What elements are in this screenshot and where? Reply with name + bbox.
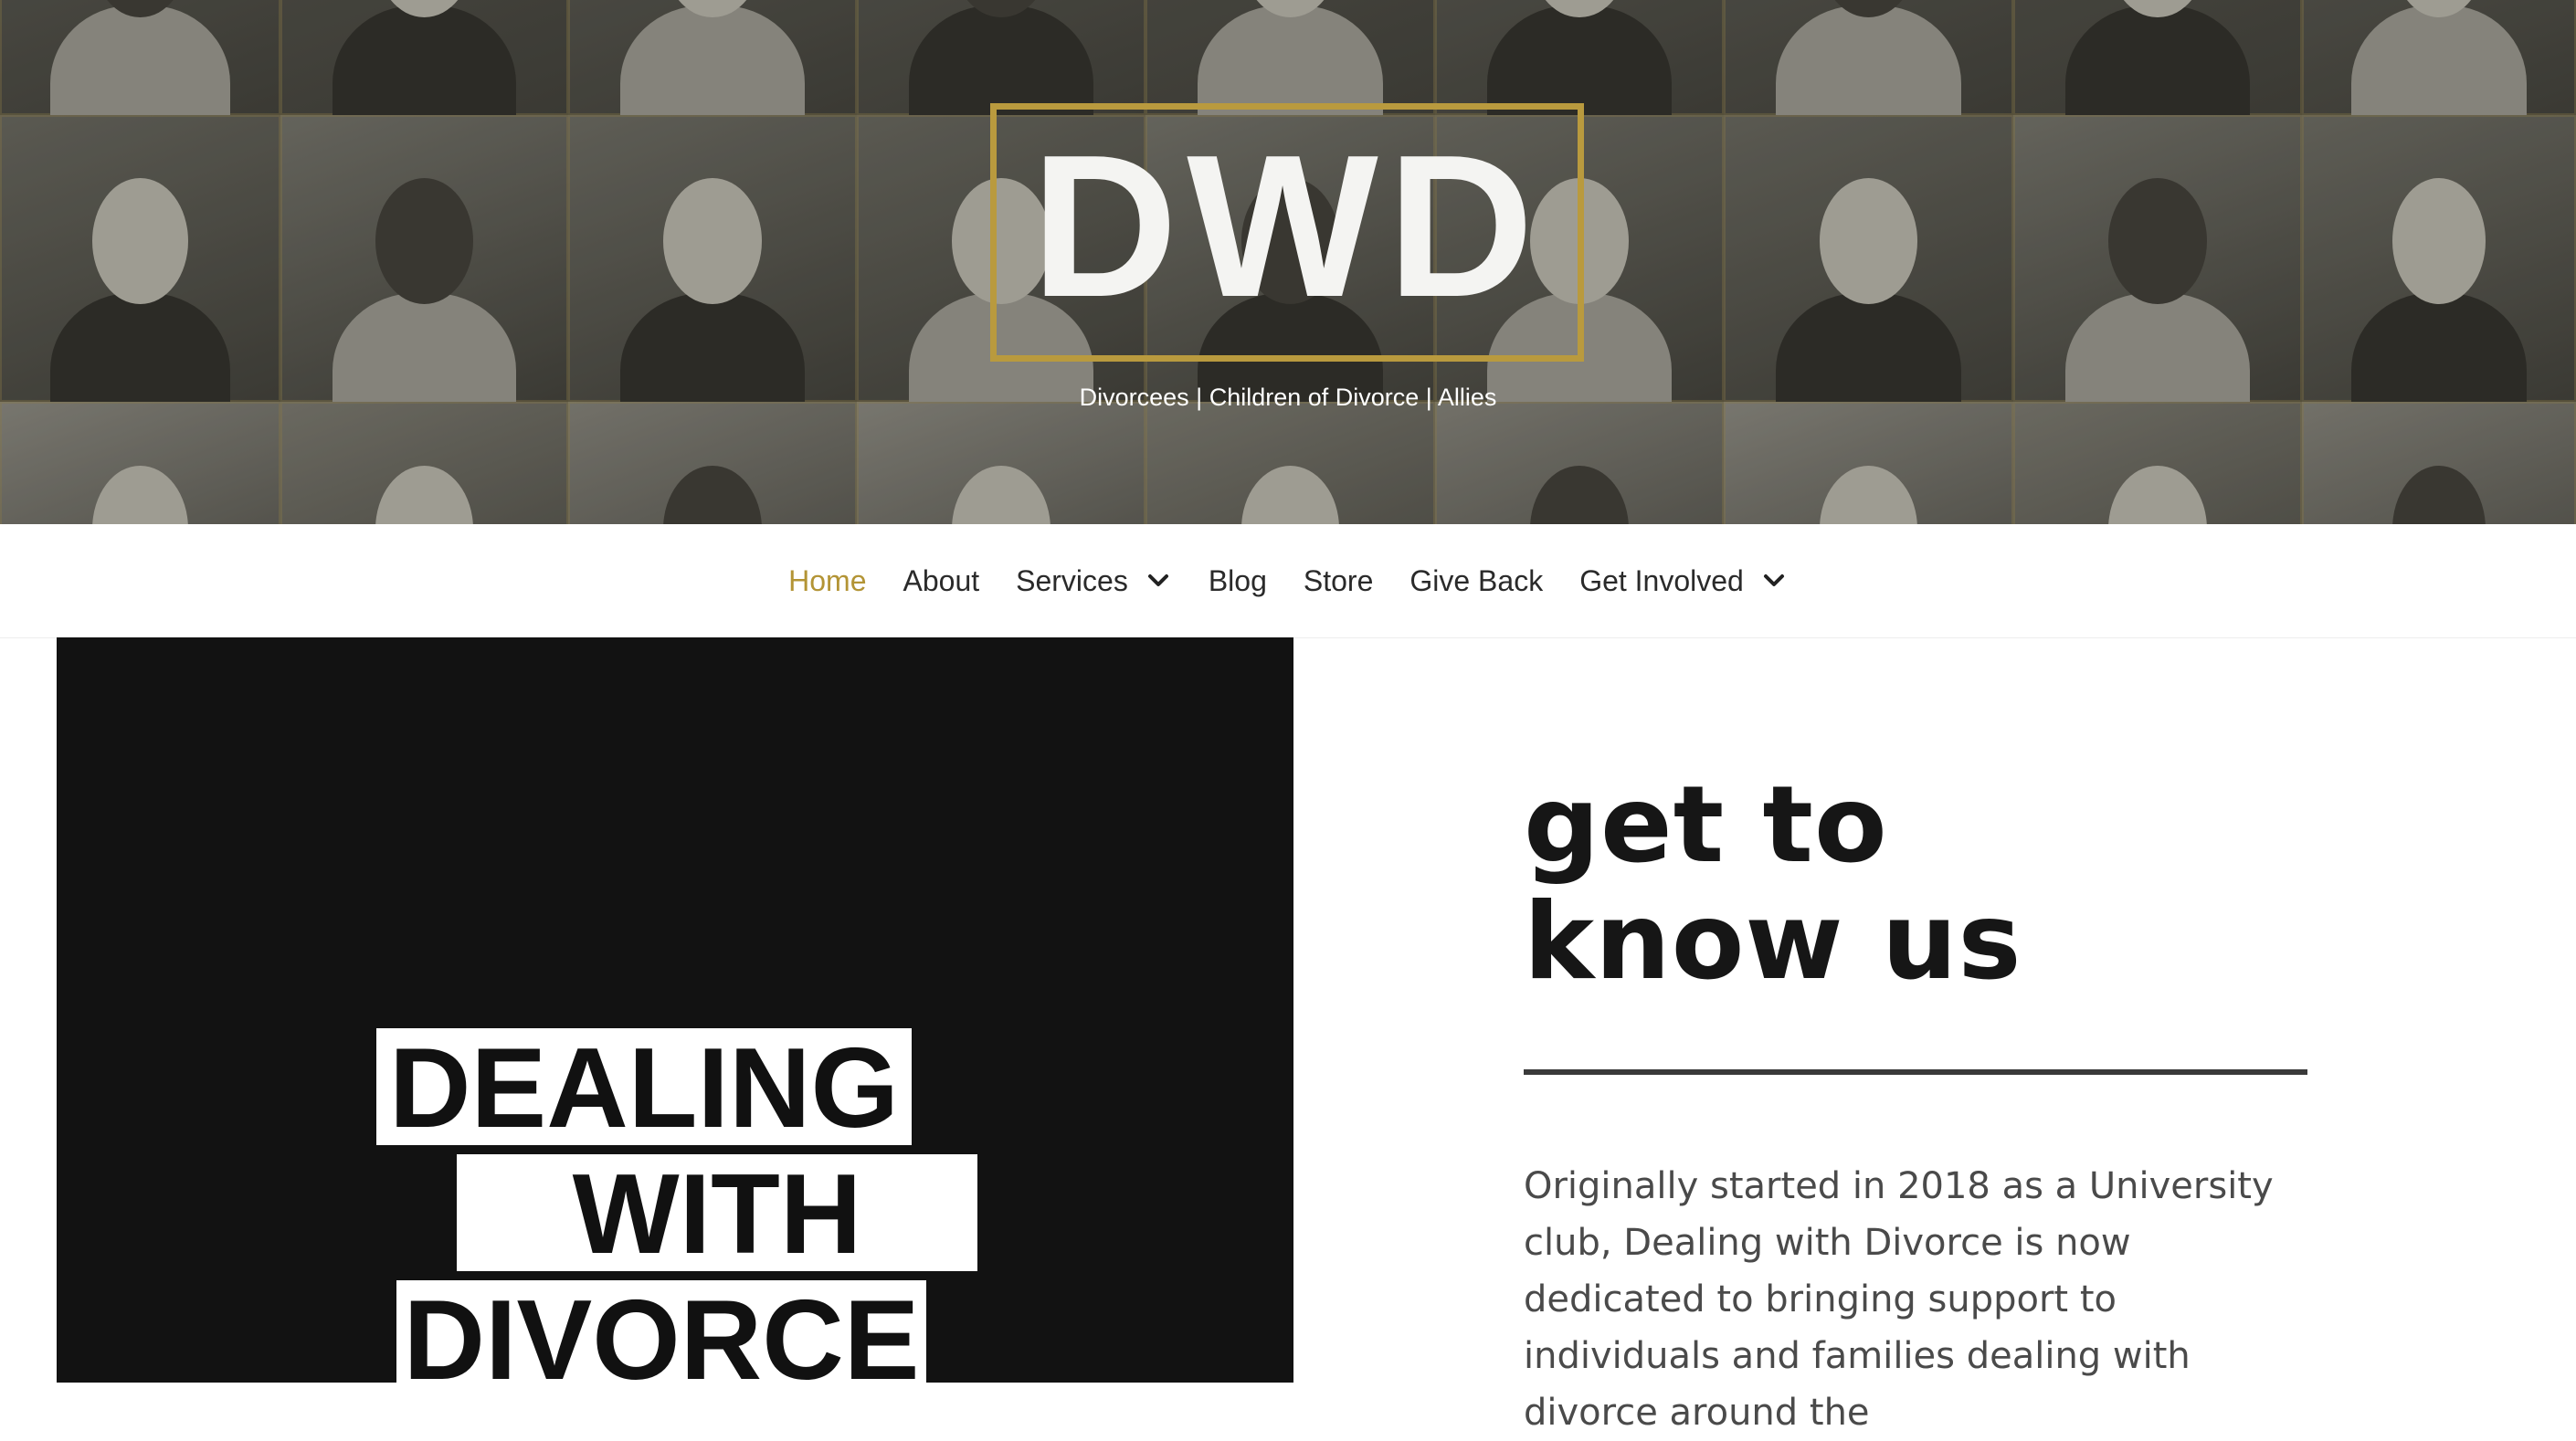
nav-item-home[interactable]: Home [770, 564, 884, 598]
promo-line-divorce: DIVORCE [396, 1280, 926, 1383]
promo-line-with: WITH [457, 1154, 977, 1275]
site-logo[interactable]: DWD [990, 125, 1584, 328]
section-heading: get to know us [1524, 767, 2346, 1001]
heading-line: get to [1524, 763, 1888, 887]
nav-item-blog[interactable]: Blog [1190, 564, 1285, 598]
nav-item-services[interactable]: Services [998, 564, 1190, 598]
chevron-down-icon[interactable] [1145, 567, 1172, 594]
chevron-down-icon[interactable] [1760, 567, 1788, 594]
nav-item-store[interactable]: Store [1285, 564, 1391, 598]
intro-paragraph: Originally started in 2018 as a Universi… [1524, 1165, 2274, 1434]
nav-item-label: About [903, 563, 980, 597]
nav-item-about[interactable]: About [885, 564, 998, 598]
main-navigation: Home About Services Blog Store Give Back… [0, 524, 2576, 638]
hero-banner: DWD Divorcees | Children of Divorce | Al… [0, 0, 2576, 524]
nav-item-label: Home [788, 563, 867, 597]
site-tagline: Divorcees | Children of Divorce | Allies [1079, 384, 1497, 411]
heading-line: know us [1524, 880, 2022, 1004]
nav-item-give-back[interactable]: Give Back [1391, 564, 1561, 598]
nav-item-get-involved[interactable]: Get Involved [1561, 564, 1806, 598]
promo-line-dealing: DEALING [376, 1028, 912, 1149]
nav-item-label: Blog [1208, 563, 1267, 597]
promo-image: DEALING WITH DIVORCE [57, 637, 1293, 1383]
nav-item-label: Store [1303, 563, 1374, 597]
section-divider [1524, 1069, 2307, 1075]
nav-item-label: Get Involved [1579, 563, 1744, 597]
nav-item-label: Services [1016, 563, 1128, 597]
nav-item-label: Give Back [1409, 563, 1544, 597]
